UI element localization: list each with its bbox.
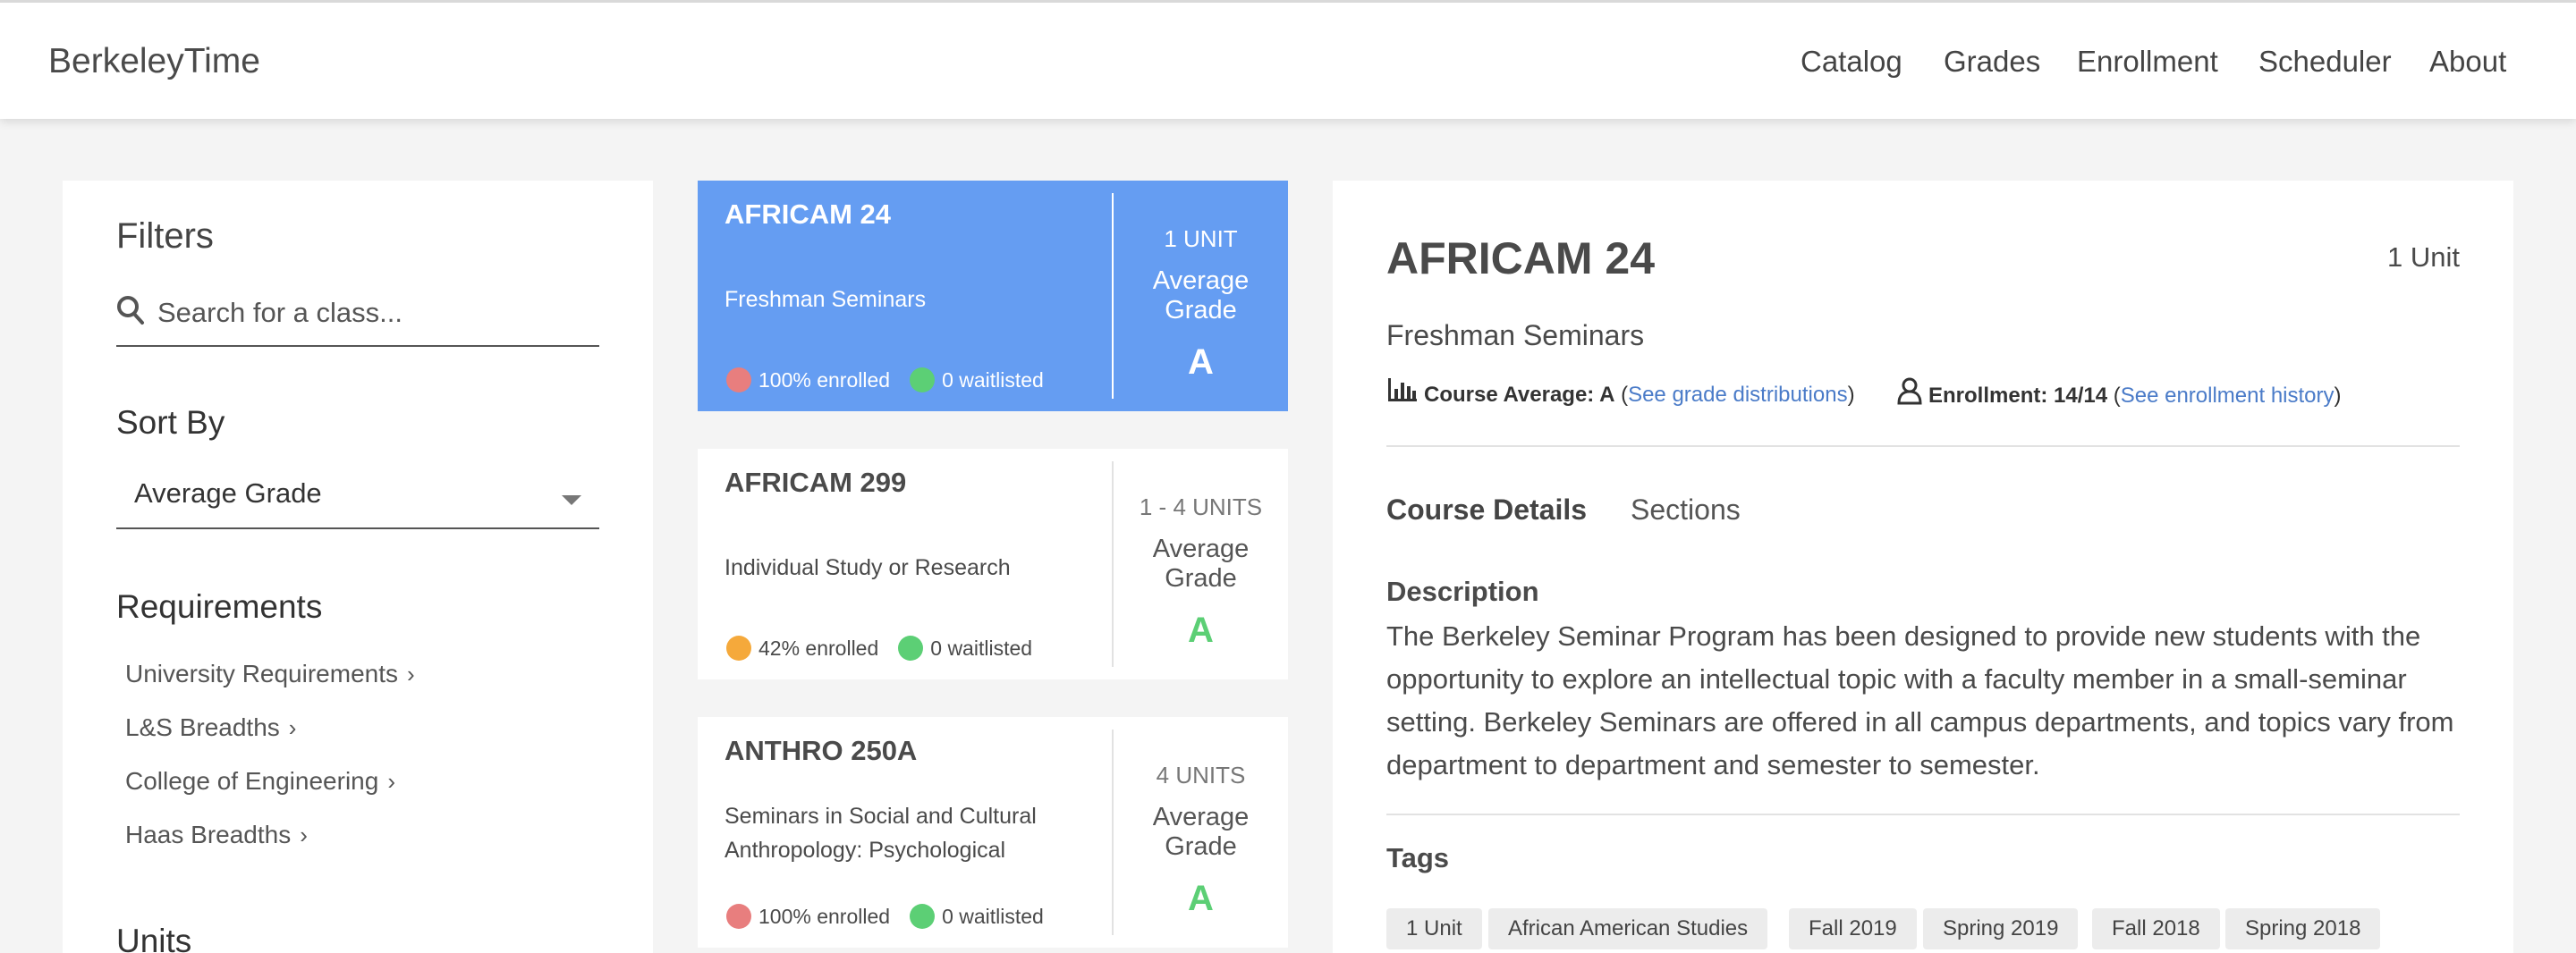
course-code: AFRICAM 24 (724, 198, 892, 230)
course-card-africam-24[interactable]: AFRICAM 24 Freshman Seminars 100% enroll… (698, 181, 1288, 411)
filters-title: Filters (116, 216, 214, 256)
sort-by-title: Sort By (116, 404, 225, 441)
enrolled-text: 100% enrolled (758, 905, 891, 928)
description-text: The Berkeley Seminar Program has been de… (1386, 620, 2454, 780)
course-stats: 100% enrolled 0 waitlisted (726, 903, 1044, 933)
detail-units: 1 Unit (2387, 241, 2460, 273)
chevron-right-icon: › (288, 714, 297, 741)
tag-chip[interactable]: 1 Unit (1386, 908, 1482, 949)
nav-grades[interactable]: Grades (1944, 45, 2040, 79)
course-card-africam-299[interactable]: AFRICAM 299 Individual Study or Research… (698, 449, 1288, 679)
detail-course-title: Freshman Seminars (1386, 319, 1645, 351)
average-grade-value: A (1188, 611, 1214, 650)
tag-chip[interactable]: Fall 2018 (2092, 908, 2220, 949)
enrolled-status-dot (726, 635, 751, 661)
sort-select-value: Average Grade (134, 477, 322, 509)
tags-title: Tags (1386, 842, 1450, 873)
chevron-right-icon: › (387, 768, 395, 795)
top-navbar: BerkeleyTime Catalog Grades Enrollment S… (0, 0, 2576, 119)
bar-chart-icon (1386, 376, 1419, 409)
course-title: Individual Study or Research (724, 555, 1011, 580)
waitlisted-text: 0 waitlisted (942, 368, 1044, 392)
enrollment-label: Enrollment: 14/14 (1928, 383, 2108, 408)
enrolled-status-dot (726, 903, 751, 929)
requirements-title: Requirements (116, 588, 323, 625)
average-grade-value: A (1188, 879, 1214, 918)
chevron-right-icon: › (407, 661, 415, 687)
tag-chip[interactable]: African American Studies (1488, 908, 1768, 949)
divider (1386, 445, 2460, 447)
nav-scheduler[interactable]: Scheduler (2258, 45, 2392, 79)
waitlist-status-dot (898, 635, 924, 661)
caret-down-icon (562, 495, 581, 505)
average-grade-label: Average Grade (1152, 803, 1250, 861)
nav-enrollment[interactable]: Enrollment (2077, 45, 2218, 79)
average-grade-label: Average Grade (1152, 535, 1250, 593)
course-grade-box: 1 UNIT Average Grade A (1114, 181, 1288, 411)
units-title: Units (116, 923, 192, 953)
detail-course-code: AFRICAM 24 (1386, 233, 1656, 283)
course-grade-box: 1 - 4 UNITS Average Grade A (1114, 449, 1288, 679)
requirement-university[interactable]: University Requirements › (125, 660, 415, 688)
tag-chip[interactable]: Spring 2018 (2225, 908, 2381, 949)
course-units: 4 UNITS (1156, 762, 1246, 789)
search-input[interactable] (157, 286, 596, 340)
course-title: Freshman Seminars (724, 287, 927, 312)
course-detail-panel: AFRICAM 24 1 Unit Freshman Seminars Cour… (1333, 181, 2513, 953)
course-stats: 42% enrolled 0 waitlisted (726, 635, 1033, 665)
filters-panel: Filters Sort By Average Grade Requiremen… (63, 181, 653, 953)
course-code: AFRICAM 299 (724, 467, 907, 498)
requirement-engineering[interactable]: College of Engineering › (125, 767, 395, 796)
requirement-haas[interactable]: Haas Breadths › (125, 821, 308, 849)
course-card-anthro-250a[interactable]: ANTHRO 250A Seminars in Social and Cultu… (698, 717, 1288, 948)
waitlisted-text: 0 waitlisted (930, 637, 1033, 660)
requirement-label: L&S Breadths (125, 713, 280, 741)
tag-chip[interactable]: Spring 2019 (1923, 908, 2079, 949)
requirement-ls-breadths[interactable]: L&S Breadths › (125, 713, 296, 742)
search-icon (116, 295, 145, 325)
tab-sections[interactable]: Sections (1631, 493, 1741, 527)
requirement-label: College of Engineering (125, 767, 379, 795)
course-grade-box: 4 UNITS Average Grade A (1114, 717, 1288, 948)
enrollment-history-link[interactable]: See enrollment history (2121, 384, 2334, 408)
course-title: Seminars in Social and Cultural Anthropo… (724, 804, 1037, 863)
enrollment-block: Enrollment: 14/14 (See enrollment histor… (1896, 376, 2342, 414)
description-title: Description (1386, 576, 1539, 607)
tab-course-details[interactable]: Course Details (1386, 493, 1587, 527)
brand-logo[interactable]: BerkeleyTime (48, 42, 260, 81)
enrolled-status-dot (726, 367, 751, 392)
course-average-label: Course Average: A (1424, 382, 1615, 407)
person-icon (1896, 376, 1923, 411)
course-stats: 100% enrolled 0 waitlisted (726, 367, 1044, 397)
requirement-label: Haas Breadths (125, 821, 292, 848)
waitlisted-text: 0 waitlisted (942, 905, 1044, 928)
course-average-block: Course Average: A (See grade distributio… (1386, 376, 1855, 412)
sort-select[interactable]: Average Grade (116, 465, 599, 529)
enrolled-text: 100% enrolled (758, 368, 891, 392)
enrolled-text: 42% enrolled (758, 637, 879, 660)
requirement-label: University Requirements (125, 660, 398, 687)
course-units: 1 - 4 UNITS (1139, 493, 1263, 520)
divider (1386, 814, 2460, 815)
waitlist-status-dot (910, 903, 936, 929)
course-code: ANTHRO 250A (724, 735, 918, 766)
nav-catalog[interactable]: Catalog (1801, 45, 1902, 79)
average-grade-value: A (1188, 342, 1214, 382)
tag-chip[interactable]: Fall 2019 (1789, 908, 1917, 949)
search-box[interactable] (116, 286, 599, 347)
chevron-right-icon: › (300, 822, 308, 848)
waitlist-status-dot (910, 367, 936, 392)
grade-distributions-link[interactable]: See grade distributions (1628, 383, 1847, 407)
average-grade-label: Average Grade (1152, 266, 1250, 325)
course-units: 1 UNIT (1164, 225, 1238, 252)
nav-about[interactable]: About (2429, 45, 2506, 79)
